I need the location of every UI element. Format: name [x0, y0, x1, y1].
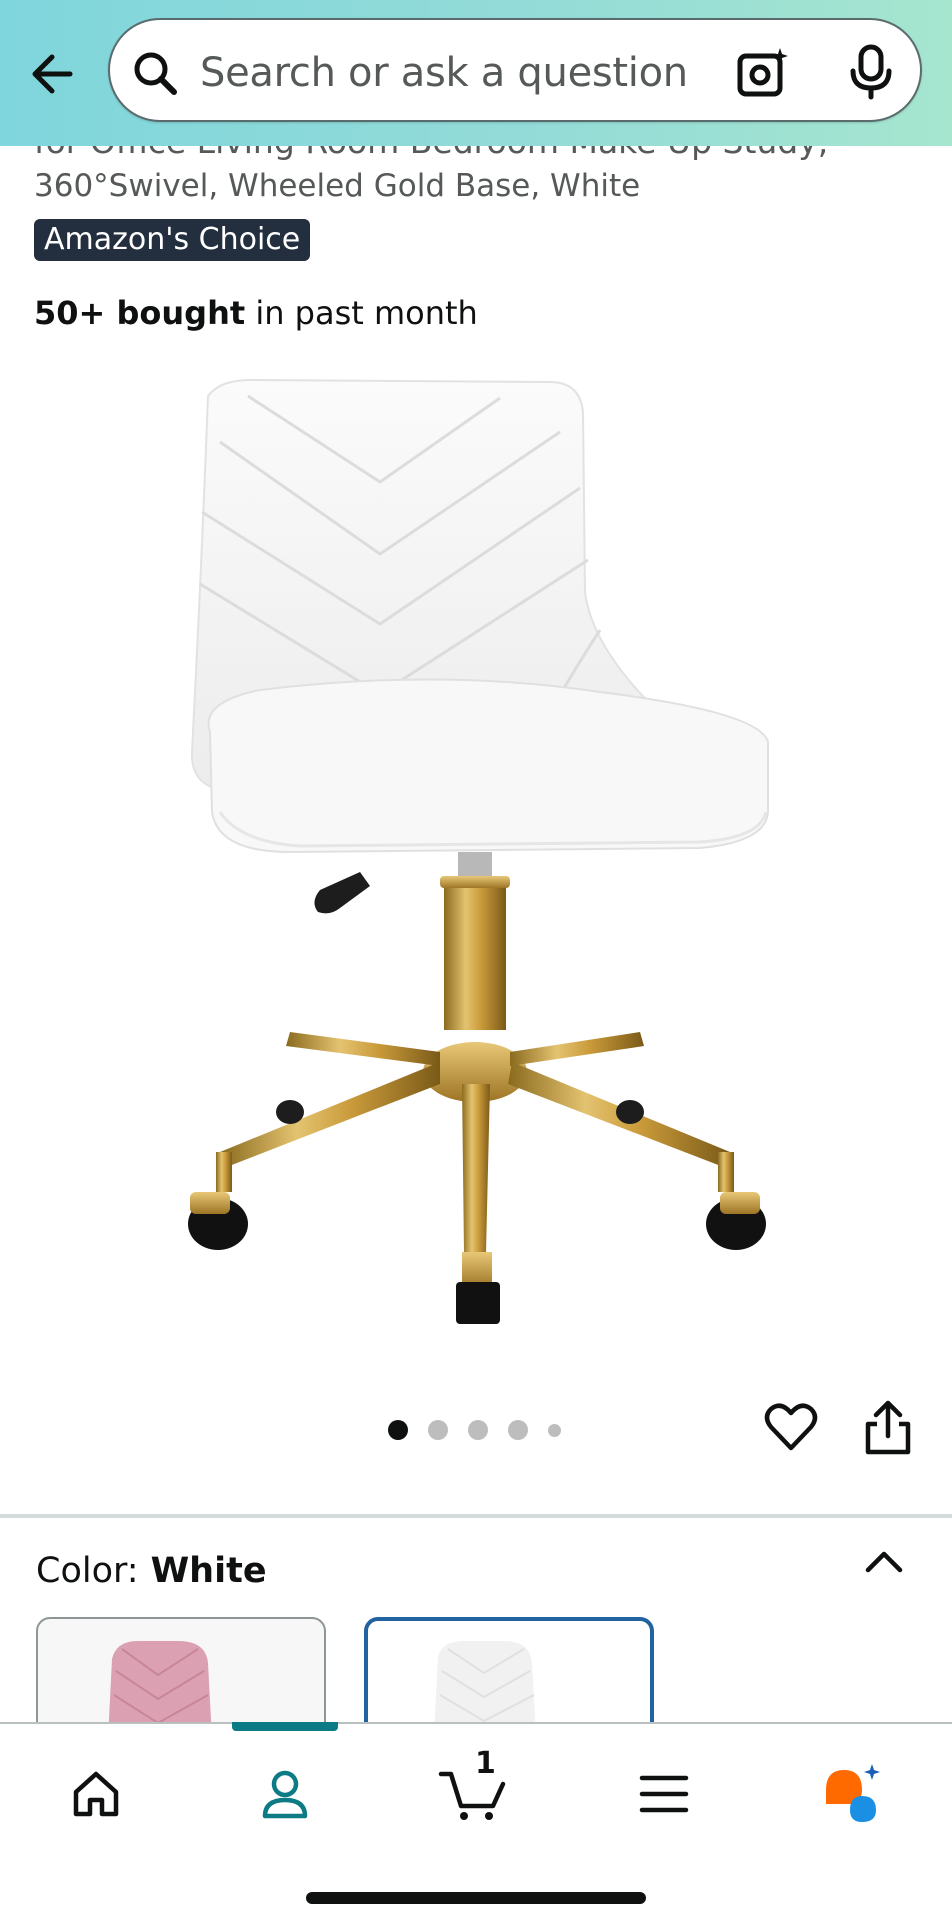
color-label-text: Color:	[36, 1551, 139, 1591]
cart-icon	[438, 1771, 506, 1820]
white-chair-thumbnail	[434, 1641, 536, 1733]
pink-chair-thumbnail	[108, 1641, 212, 1735]
chevron-up-icon[interactable]	[862, 1544, 906, 1578]
product-image[interactable]	[140, 372, 800, 1332]
nav-cart[interactable]	[433, 1754, 513, 1834]
search-input[interactable]: Search or ask a question	[108, 18, 922, 122]
bottom-navigation: 1	[0, 1722, 952, 1920]
bought-count-bold: 50+ bought	[34, 294, 246, 332]
home-indicator-bar	[306, 1892, 646, 1904]
home-icon	[73, 1771, 119, 1817]
menu-icon	[639, 1775, 689, 1813]
header-bar: Search or ask a question	[0, 0, 952, 146]
color-swatch-pink[interactable]	[36, 1617, 326, 1737]
search-placeholder: Search or ask a question	[200, 50, 688, 96]
active-tab-indicator	[232, 1722, 338, 1731]
search-icon	[134, 52, 177, 95]
account-icon	[262, 1770, 308, 1819]
carousel-dot[interactable]	[508, 1420, 528, 1440]
carousel-dot[interactable]	[468, 1420, 488, 1440]
camera-icon[interactable]	[736, 46, 790, 100]
bought-count-rest: in past month	[245, 294, 478, 332]
color-swatch-white[interactable]	[364, 1617, 654, 1737]
carousel-dot[interactable]	[388, 1420, 408, 1440]
section-divider	[0, 1514, 952, 1518]
back-button[interactable]	[24, 44, 84, 104]
back-arrow-icon	[32, 54, 73, 94]
bought-count: 50+ bought in past month	[34, 294, 478, 332]
cart-count-badge: 1	[475, 1746, 496, 1781]
carousel-dot[interactable]	[548, 1423, 561, 1437]
mic-icon[interactable]	[846, 44, 896, 100]
share-icon[interactable]	[862, 1400, 914, 1456]
color-selected-value: White	[150, 1551, 267, 1591]
rufus-icon	[826, 1764, 880, 1822]
amazons-choice-badge[interactable]: Amazon's Choice	[34, 219, 311, 261]
carousel-dots[interactable]	[388, 1419, 561, 1441]
nav-account[interactable]	[245, 1754, 325, 1834]
nav-rufus[interactable]	[812, 1754, 892, 1834]
heart-icon[interactable]	[763, 1400, 819, 1456]
product-title: 360°Swivel, Wheeled Gold Base, White	[34, 168, 641, 204]
color-selector-label: Color: White	[36, 1551, 267, 1591]
nav-menu[interactable]	[624, 1754, 704, 1834]
carousel-dot[interactable]	[428, 1420, 448, 1440]
nav-home[interactable]	[56, 1754, 136, 1834]
